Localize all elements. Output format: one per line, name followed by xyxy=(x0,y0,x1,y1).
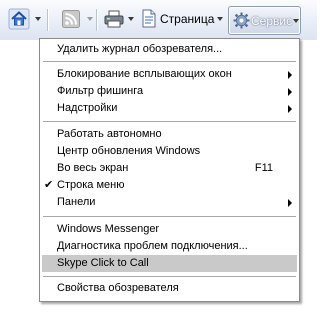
print-dropdown[interactable] xyxy=(128,17,134,21)
menu-item-label: Во весь экран xyxy=(57,162,129,174)
menu-item-connection-diagnostics[interactable]: Диагностика проблем подключения... xyxy=(42,238,297,255)
menu-item-label: Работать автономно xyxy=(57,128,162,140)
menu-item-label: Надстройки xyxy=(57,102,118,114)
checkmark-icon: ✔ xyxy=(44,179,54,191)
tools-menu-label: Сервис xyxy=(251,14,293,28)
submenu-arrow-icon xyxy=(288,71,292,79)
home-dropdown[interactable] xyxy=(35,17,41,21)
menu-item-label: Центр обновления Windows xyxy=(57,145,201,157)
submenu-arrow-icon xyxy=(288,199,292,207)
chevron-down-icon xyxy=(35,17,41,21)
page-menu-label: Страница xyxy=(160,12,215,26)
menu-item-popup-blocker[interactable]: Блокирование всплывающих окон xyxy=(42,66,297,83)
menu-separator xyxy=(43,121,296,122)
menu-item-windows-update[interactable]: Центр обновления Windows xyxy=(42,143,297,160)
menu-item-label: Удалить журнал обозревателя... xyxy=(57,43,223,55)
chevron-down-icon xyxy=(217,17,223,21)
menu-item-phishing-filter[interactable]: Фильтр фишинга xyxy=(42,83,297,100)
chevron-down-icon xyxy=(293,19,299,23)
home-icon xyxy=(8,8,30,30)
menu-item-shortcut: F11 xyxy=(254,162,273,174)
submenu-arrow-icon xyxy=(288,88,292,96)
gear-icon xyxy=(233,12,250,29)
menu-item-menu-bar[interactable]: ✔ Строка меню xyxy=(42,177,297,194)
tools-dropdown-menu: Удалить журнал обозревателя... Блокирова… xyxy=(39,38,300,302)
menu-separator xyxy=(43,216,296,217)
menu-item-label: Skype Click to Call xyxy=(57,257,149,269)
menu-item-label: Панели xyxy=(57,196,96,208)
menu-item-full-screen[interactable]: Во весь экран F11 xyxy=(42,160,297,177)
menu-separator xyxy=(43,276,296,277)
page-icon xyxy=(142,9,156,28)
menu-item-internet-options[interactable]: Свойства обозревателя xyxy=(42,280,297,297)
toolbar-separator xyxy=(96,9,97,31)
chevron-down-icon xyxy=(87,17,93,21)
rss-icon xyxy=(62,10,80,28)
menu-item-toolbars[interactable]: Панели xyxy=(42,194,297,211)
tools-menu-button[interactable]: Сервис xyxy=(228,6,301,35)
menu-item-label: Строка меню xyxy=(57,179,125,191)
menu-item-label: Блокирование всплывающих окон xyxy=(57,68,232,80)
menu-separator xyxy=(43,61,296,62)
menu-item-label: Фильтр фишинга xyxy=(57,85,144,97)
feeds-dropdown[interactable] xyxy=(87,17,93,21)
menu-item-skype-click-to-call[interactable]: Skype Click to Call xyxy=(42,255,297,272)
menu-item-label: Windows Messenger xyxy=(57,223,160,235)
command-bar: Страница Сервис xyxy=(0,0,317,40)
printer-icon xyxy=(104,10,124,28)
menu-item-delete-history[interactable]: Удалить журнал обозревателя... xyxy=(42,41,297,58)
menu-item-label: Свойства обозревателя xyxy=(57,282,179,294)
toolbar-separator xyxy=(47,9,48,31)
submenu-arrow-icon xyxy=(288,105,292,113)
menu-item-add-ons[interactable]: Надстройки xyxy=(42,100,297,117)
menu-item-label: Диагностика проблем подключения... xyxy=(57,240,248,252)
chevron-down-icon xyxy=(128,17,134,21)
menu-item-work-offline[interactable]: Работать автономно xyxy=(42,126,297,143)
menu-item-windows-messenger[interactable]: Windows Messenger xyxy=(42,221,297,238)
